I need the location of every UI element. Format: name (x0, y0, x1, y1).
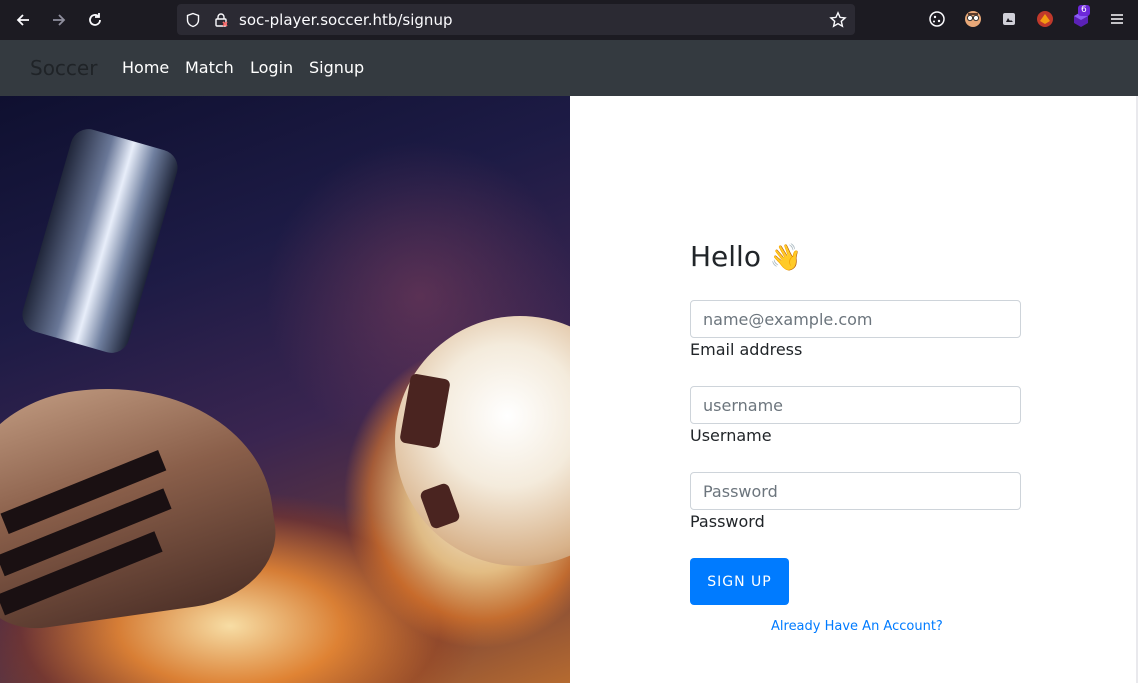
greeting-text: Hello (690, 240, 761, 273)
site-navbar: Soccer Home Match Login Signup (0, 40, 1138, 96)
navbar-brand[interactable]: Soccer (30, 56, 97, 80)
reload-icon[interactable] (83, 8, 107, 32)
browser-toolbar: soc-player.soccer.htb/signup 6 (0, 0, 1138, 40)
url-bar[interactable]: soc-player.soccer.htb/signup (177, 4, 855, 35)
shield-icon[interactable] (184, 11, 202, 29)
soccer-ball-graphic (395, 316, 570, 566)
cleat-stud-graphic (18, 124, 182, 358)
password-label: Password (690, 512, 765, 531)
glasses-icon[interactable] (963, 9, 983, 29)
forward-arrow-icon[interactable] (47, 8, 71, 32)
cookie-icon[interactable] (927, 9, 947, 29)
soccer-boot-graphic (0, 366, 285, 636)
hamburger-menu-icon[interactable] (1107, 9, 1127, 29)
extension-badge: 6 (1078, 5, 1090, 16)
username-input[interactable] (690, 386, 1021, 424)
email-label: Email address (690, 340, 803, 359)
email-input[interactable] (690, 300, 1021, 338)
nav-link-home[interactable]: Home (122, 58, 169, 77)
lock-icon[interactable] (212, 11, 230, 29)
password-input[interactable] (690, 472, 1021, 510)
waving-hand-icon: 👋 (769, 243, 803, 273)
username-label: Username (690, 426, 772, 445)
nav-link-match[interactable]: Match (185, 58, 234, 77)
url-text[interactable]: soc-player.soccer.htb/signup (239, 11, 452, 29)
sign-up-button[interactable]: SIGN UP (690, 558, 789, 605)
puzzle-icon[interactable] (999, 9, 1019, 29)
back-arrow-icon[interactable] (11, 8, 35, 32)
greeting-heading: Hello 👋 (690, 240, 802, 273)
hero-image (0, 96, 570, 683)
nav-link-signup[interactable]: Signup (309, 58, 364, 77)
already-have-account-link[interactable]: Already Have An Account? (771, 619, 943, 634)
star-icon[interactable] (829, 11, 847, 29)
nav-link-login[interactable]: Login (250, 58, 293, 77)
fox-icon[interactable] (1035, 9, 1055, 29)
